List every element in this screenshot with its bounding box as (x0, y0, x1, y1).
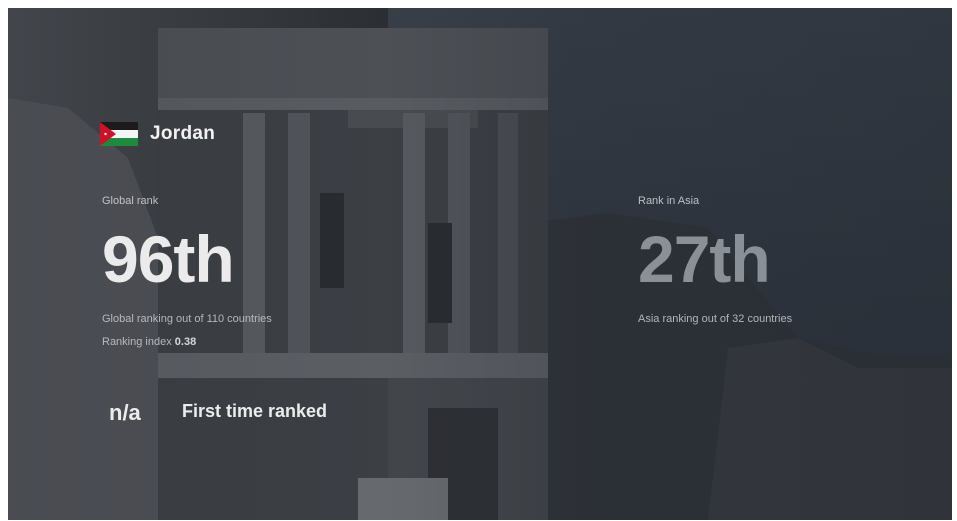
asia-ranking-description: Asia ranking out of 32 countries (638, 313, 793, 325)
rank-change-value: n/a (109, 400, 141, 425)
global-ranking-description: Global ranking out of 110 countries (102, 313, 272, 325)
global-rank-label: Global rank (102, 195, 159, 207)
country-header: Jordan (100, 122, 215, 146)
ranking-index-label: Ranking index (102, 336, 175, 348)
asia-rank-label: Rank in Asia (638, 195, 700, 207)
global-rank-value: 96th (102, 222, 235, 296)
asia-rank-value: 27th (638, 222, 771, 296)
rank-change-text: First time ranked (182, 401, 328, 421)
ranking-index: Ranking index 0.38 (102, 336, 196, 348)
jordan-flag-icon (100, 122, 138, 146)
rank-card: Jordan Global rank 96th Global ranking o… (8, 8, 952, 520)
ranking-index-value: 0.38 (174, 336, 197, 348)
country-name: Jordan (150, 123, 216, 144)
